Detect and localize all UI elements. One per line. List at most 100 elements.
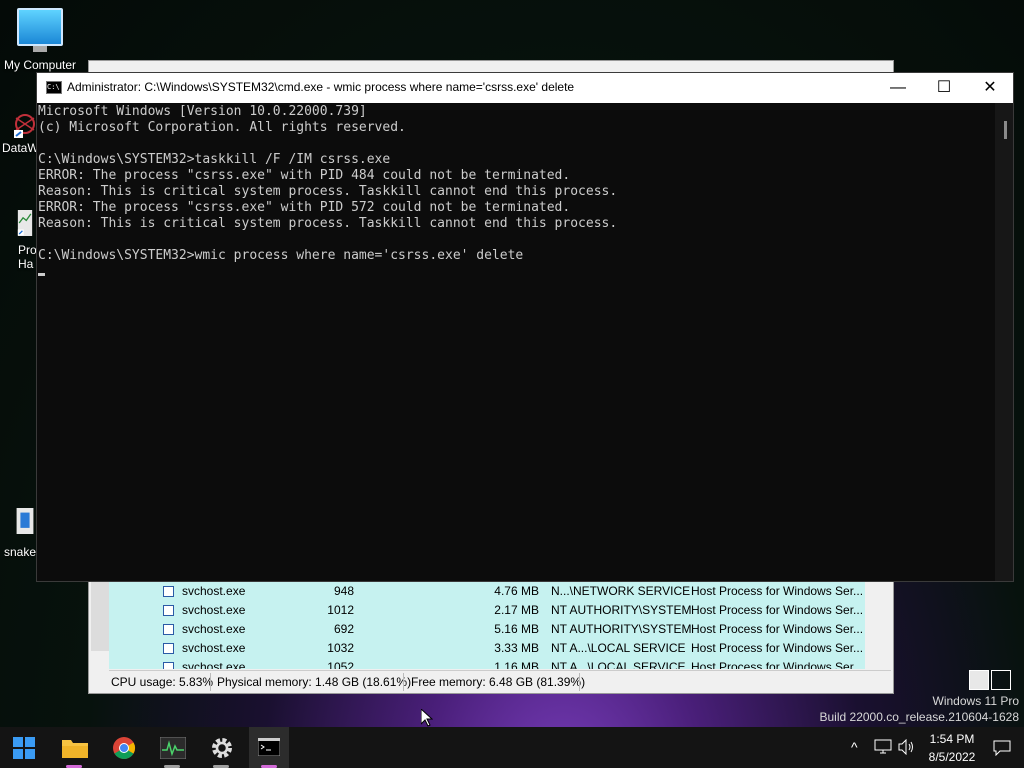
- process-name: svchost.exe: [182, 641, 246, 655]
- mouse-pointer-icon: [421, 709, 433, 727]
- start-button[interactable]: [3, 727, 43, 768]
- preview-view-icon[interactable]: [991, 670, 1011, 690]
- console-line: ERROR: The process "csrss.exe" with PID …: [38, 168, 571, 183]
- clock-date: 8/5/2022: [928, 750, 976, 764]
- monitor-icon: [17, 8, 63, 52]
- app-icon: [17, 210, 33, 236]
- process-icon: [163, 662, 174, 669]
- text-cursor: [38, 273, 45, 276]
- desktop-icon-label: DataW: [2, 141, 39, 155]
- process-user: NT A...\LOCAL SERVICE: [551, 660, 686, 669]
- divider: [403, 673, 404, 691]
- desktop-icon-dataw[interactable]: DataW: [0, 112, 40, 155]
- table-row[interactable]: svchost.exe 692 5.16 MB NT AUTHORITY\SYS…: [109, 620, 865, 639]
- process-icon: [163, 643, 174, 654]
- title-bar[interactable]: C:\ Administrator: C:\Windows\SYSTEM32\c…: [37, 73, 1013, 103]
- process-pid: 1032: [327, 641, 354, 655]
- close-button[interactable]: ✕: [967, 73, 1013, 103]
- process-user: N...\NETWORK SERVICE: [551, 584, 691, 598]
- console-line: C:\Windows\SYSTEM32>wmic process where n…: [38, 248, 524, 263]
- process-user: NT AUTHORITY\SYSTEM: [551, 622, 692, 636]
- desktop-icon-label: My Computer: [3, 58, 77, 72]
- desktop-icon-process-hacker[interactable]: Pro Ha: [0, 210, 40, 271]
- desktop-icon-label: snake: [4, 545, 37, 559]
- divider: [579, 673, 580, 691]
- process-description: Host Process for Windows Ser...: [691, 603, 864, 617]
- table-row[interactable]: svchost.exe 1012 2.17 MB NT AUTHORITY\SY…: [109, 601, 865, 620]
- process-name: svchost.exe: [182, 660, 246, 669]
- activity-icon: [160, 737, 186, 759]
- status-bar: CPU usage: 5.83% Physical memory: 1.48 G…: [109, 670, 891, 693]
- app-icon: [14, 114, 35, 138]
- process-memory: 2.17 MB: [494, 603, 539, 617]
- process-name: svchost.exe: [182, 584, 246, 598]
- console-cursor-line: [38, 264, 994, 280]
- table-row[interactable]: svchost.exe 948 4.76 MB N...\NETWORK SER…: [109, 582, 865, 601]
- process-description: Host Process for Windows Ser...: [691, 622, 864, 636]
- app-icon: [16, 508, 34, 534]
- os-edition: Windows 11 Pro: [932, 694, 1019, 708]
- console-output[interactable]: Microsoft Windows [Version 10.0.22000.73…: [37, 103, 995, 581]
- console-line: Reason: This is critical system process.…: [38, 184, 618, 199]
- scroll-area: [91, 581, 110, 651]
- chrome-icon: [113, 737, 135, 759]
- chevron-up-icon[interactable]: ^: [851, 727, 858, 768]
- console-line: (c) Microsoft Corporation. All rights re…: [38, 120, 406, 135]
- settings-button[interactable]: [201, 727, 241, 768]
- table-row[interactable]: svchost.exe 1052 1.16 MB NT A...\LOCAL S…: [109, 658, 865, 669]
- system-clock[interactable]: 1:54 PM 8/5/2022: [920, 731, 984, 765]
- process-pid: 948: [333, 584, 354, 598]
- process-memory: 5.16 MB: [494, 622, 539, 636]
- process-user: NT AUTHORITY\SYSTEM: [551, 603, 692, 617]
- maximize-button[interactable]: ☐: [921, 73, 967, 103]
- process-list[interactable]: svchost.exe 948 4.76 MB N...\NETWORK SER…: [109, 582, 865, 669]
- desktop-icon-snake[interactable]: snake: [0, 508, 40, 559]
- console-line: Reason: This is critical system process.…: [38, 216, 618, 231]
- folder-icon: [62, 740, 88, 758]
- window-title: Administrator: C:\Windows\SYSTEM32\cmd.e…: [67, 80, 575, 94]
- cmd-window[interactable]: C:\ Administrator: C:\Windows\SYSTEM32\c…: [36, 72, 1014, 582]
- process-memory: 4.76 MB: [494, 584, 539, 598]
- process-pid: 692: [333, 622, 354, 636]
- process-description: Host Process for Windows Ser...: [691, 584, 864, 598]
- process-icon: [163, 586, 174, 597]
- process-description: Host Process for Windows Ser...: [691, 660, 864, 669]
- chrome-button[interactable]: [103, 727, 143, 768]
- process-icon: [163, 605, 174, 616]
- process-name: svchost.exe: [182, 603, 246, 617]
- notification-icon[interactable]: [993, 740, 1011, 756]
- process-user: NT A...\LOCAL SERVICE: [551, 641, 686, 655]
- gear-icon: [212, 738, 232, 758]
- clock-time: 1:54 PM: [929, 732, 975, 746]
- process-memory: 1.16 MB: [494, 660, 539, 669]
- process-pid: 1012: [327, 603, 354, 617]
- console-line: Microsoft Windows [Version 10.0.22000.73…: [38, 104, 367, 119]
- network-icon[interactable]: [874, 739, 892, 755]
- process-name: svchost.exe: [182, 622, 246, 636]
- scrollbar[interactable]: [995, 103, 1013, 581]
- details-view-icon[interactable]: [969, 670, 989, 690]
- volume-icon[interactable]: [898, 739, 916, 755]
- taskbar: ^ 1:54 PM 8/5/2022: [0, 727, 1024, 768]
- windows-logo-icon: [13, 737, 35, 759]
- process-pid: 1052: [327, 660, 354, 669]
- minimize-button[interactable]: —: [875, 73, 921, 103]
- os-build: Build 22000.co_release.210604-1628: [819, 710, 1020, 724]
- terminal-icon: [258, 738, 280, 756]
- process-memory: 3.33 MB: [494, 641, 539, 655]
- physical-memory: Physical memory: 1.48 GB (18.61%): [217, 675, 412, 689]
- file-explorer-button[interactable]: [54, 727, 94, 768]
- process-icon: [163, 624, 174, 635]
- cmd-button[interactable]: [249, 727, 289, 768]
- scrollbar-thumb[interactable]: [1004, 121, 1007, 139]
- process-hacker-button[interactable]: [152, 727, 192, 768]
- table-row[interactable]: svchost.exe 1032 3.33 MB NT A...\LOCAL S…: [109, 639, 865, 658]
- divider: [210, 673, 211, 691]
- console-line: ERROR: The process "csrss.exe" with PID …: [38, 200, 571, 215]
- console-line: C:\Windows\SYSTEM32>taskkill /F /IM csrs…: [38, 152, 391, 167]
- free-memory: Free memory: 6.48 GB (81.39%): [411, 675, 586, 689]
- cpu-usage: CPU usage: 5.83%: [111, 675, 214, 689]
- desktop-icon-my-computer[interactable]: My Computer: [0, 8, 80, 72]
